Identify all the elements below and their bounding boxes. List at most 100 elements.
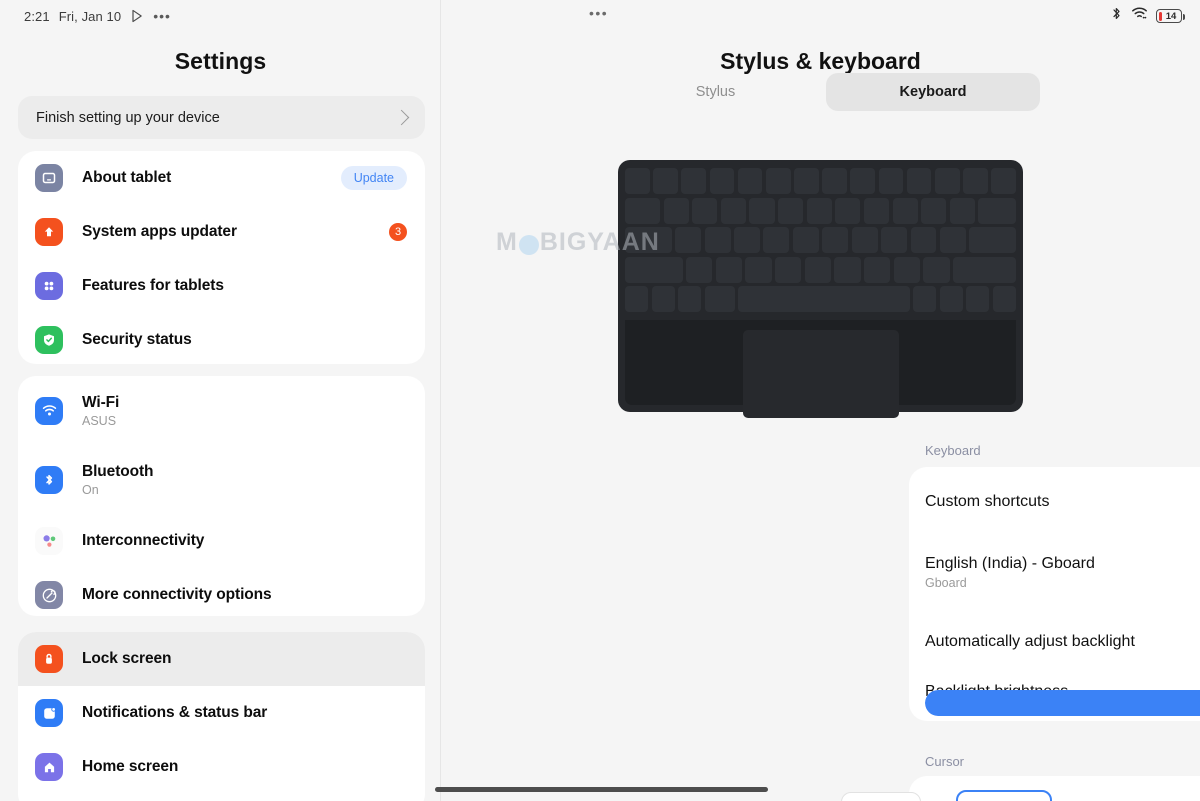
sidebar-item-system-apps-updater[interactable]: System apps updater 3: [18, 205, 425, 259]
tab-stylus[interactable]: Stylus: [609, 73, 822, 111]
tab-keyboard[interactable]: Keyboard: [826, 73, 1040, 111]
row-keyboard-language[interactable]: English (India) - Gboard Gboard: [909, 537, 1200, 607]
keyboard-body: [618, 160, 1023, 418]
row-title: English (India) - Gboard: [925, 554, 1095, 572]
sidebar-item-label: Bluetooth: [82, 462, 154, 480]
cursor-settings-card: [909, 776, 1200, 801]
sidebar-item-label: Wi-Fi: [82, 393, 120, 411]
settings-sidebar: 2:21 Fri, Jan 10 ••• Settings Finish set…: [0, 0, 441, 801]
keyboard-row: [625, 256, 1016, 283]
key: [734, 227, 760, 253]
status-date: Fri, Jan 10: [58, 8, 122, 24]
sidebar-item-about-tablet[interactable]: About tablet Update: [18, 151, 425, 205]
key: [692, 197, 718, 224]
key: [978, 197, 1017, 224]
sidebar-item-bluetooth[interactable]: Bluetooth On: [18, 445, 425, 514]
key: [737, 168, 763, 194]
spacebar-key: [738, 286, 910, 312]
row-custom-shortcuts[interactable]: Custom shortcuts: [909, 467, 1200, 537]
shield-check-icon: [35, 326, 63, 354]
home-icon: [35, 753, 63, 781]
sidebar-item-label: Home screen: [82, 758, 179, 775]
status-bar-right: ••• 14: [441, 0, 1200, 32]
sidebar-item-features-for-tablets[interactable]: Features for tablets: [18, 259, 425, 313]
key: [765, 168, 791, 194]
bluetooth-icon: [1110, 6, 1123, 26]
window-more-icon[interactable]: •••: [589, 6, 608, 20]
key: [675, 227, 702, 253]
sidebar-item-label: Lock screen: [82, 650, 172, 667]
notification-icon: [35, 699, 63, 727]
row-text: Automatically adjust backlight: [925, 633, 1135, 651]
key: [949, 197, 975, 224]
wifi-icon: [35, 396, 63, 425]
play-store-icon: [130, 9, 144, 23]
key: [910, 227, 937, 253]
key: [822, 227, 849, 253]
lock-icon: [35, 645, 63, 673]
row-sublabel: Gboard: [925, 575, 967, 590]
sidebar-item-wifi[interactable]: Wi-Fi ASUS: [18, 376, 425, 445]
row-title: Custom shortcuts: [925, 493, 1050, 510]
sidebar-item-interconnectivity[interactable]: Interconnectivity: [18, 514, 425, 568]
row-text: English (India) - Gboard Gboard: [925, 555, 1095, 590]
battery-icon: 14: [1156, 9, 1185, 23]
cursor-size-option[interactable]: [841, 792, 921, 801]
key: [923, 256, 950, 283]
key: [625, 256, 683, 283]
key: [663, 197, 689, 224]
update-count-badge: 3: [389, 223, 407, 241]
status-more-icon: •••: [153, 8, 171, 24]
key: [893, 256, 920, 283]
backlight-brightness-slider[interactable]: [925, 690, 1200, 716]
key: [953, 256, 1016, 283]
keyboard-illustration: [618, 160, 1023, 418]
cursor-size-option-selected[interactable]: [956, 790, 1052, 801]
navigation-handle[interactable]: [435, 787, 768, 792]
sidebar-item-text: Bluetooth On: [82, 463, 407, 497]
key: [966, 286, 990, 312]
key: [864, 256, 891, 283]
update-badge[interactable]: Update: [340, 166, 407, 190]
sidebar-item-text: About tablet: [82, 169, 341, 187]
trackpad: [742, 330, 899, 418]
key: [892, 197, 918, 224]
key: [794, 168, 819, 194]
key: [934, 168, 960, 194]
row-text: Custom shortcuts: [925, 493, 1049, 511]
keyboard-row: [625, 168, 1016, 194]
battery-level-label: 14: [1165, 10, 1177, 22]
sidebar-item-label: About tablet: [82, 169, 172, 186]
sidebar-item-lock-screen[interactable]: Lock screen: [18, 632, 425, 686]
sidebar-item-label: Interconnectivity: [82, 532, 205, 549]
sidebar-item-home-screen[interactable]: Home screen: [18, 740, 425, 794]
detail-pane: ••• 14 Stylus & keyboard Stylus Keyboard: [441, 0, 1200, 801]
key: [778, 197, 804, 224]
up-arrow-icon: [35, 218, 63, 246]
sidebar-item-text: Notifications & status bar: [82, 704, 407, 722]
key: [745, 256, 772, 283]
sidebar-item-text: Security status: [82, 331, 407, 349]
key: [686, 256, 713, 283]
sidebar-item-label: System apps updater: [82, 223, 237, 240]
key: [715, 256, 742, 283]
sidebar-item-more-connectivity-options[interactable]: More connectivity options: [18, 568, 425, 616]
key: [822, 168, 847, 194]
sidebar-item-label: Security status: [82, 331, 192, 348]
finish-setup-banner[interactable]: Finish setting up your device: [18, 96, 425, 139]
key: [804, 256, 831, 283]
finish-setup-label: Finish setting up your device: [36, 109, 220, 126]
key: [969, 227, 1017, 253]
sidebar-item-security-status[interactable]: Security status: [18, 313, 425, 364]
status-bar-left: 2:21 Fri, Jan 10 •••: [0, 0, 440, 32]
keyboard-row: [625, 286, 1017, 312]
sidebar-item-notifications-status-bar[interactable]: Notifications & status bar: [18, 686, 425, 740]
section-label-keyboard: Keyboard: [925, 443, 981, 458]
key: [850, 168, 876, 194]
key: [775, 256, 802, 283]
sidebar-item-label: Features for tablets: [82, 277, 224, 294]
keyboard-settings-card: Custom shortcuts English (India) - Gboar…: [909, 467, 1200, 721]
key: [906, 168, 932, 194]
key: [878, 168, 904, 194]
row-auto-adjust-backlight[interactable]: Automatically adjust backlight: [909, 607, 1200, 677]
